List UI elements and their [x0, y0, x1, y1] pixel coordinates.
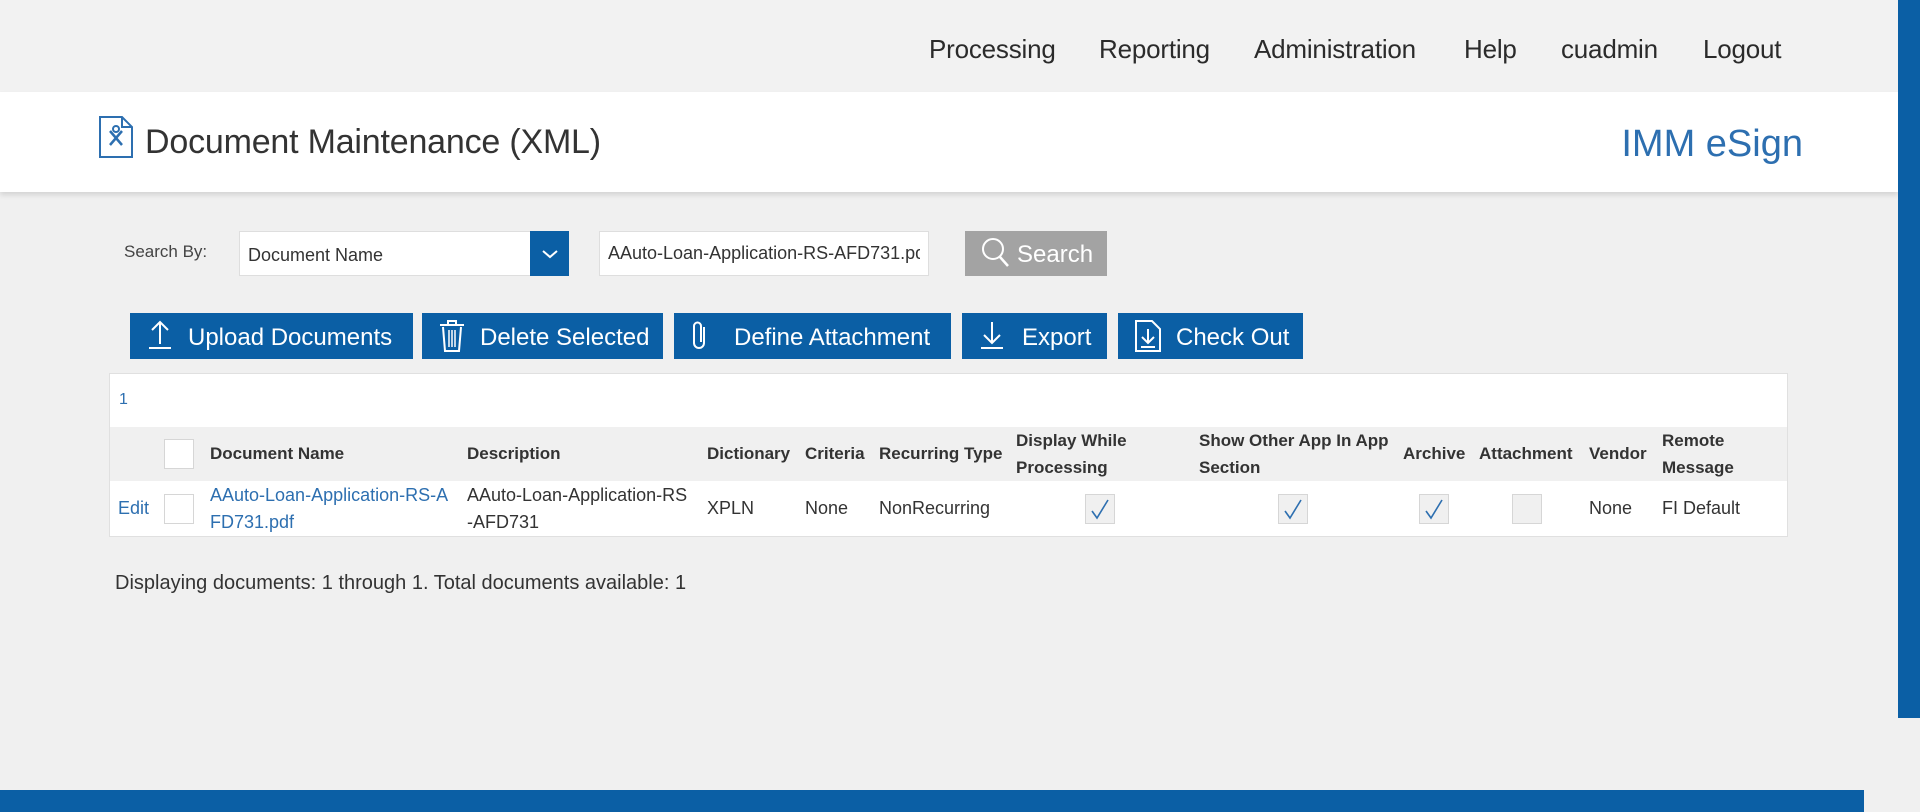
nav-administration[interactable]: Administration — [1254, 34, 1416, 65]
nav-logout[interactable]: Logout — [1703, 34, 1782, 65]
document-name-line2: FD731.pdf — [210, 512, 295, 532]
top-nav: Processing Reporting Administration Help… — [0, 0, 1898, 92]
search-input[interactable] — [599, 231, 929, 276]
nav-processing[interactable]: Processing — [929, 34, 1056, 65]
document-tools-icon — [99, 116, 133, 158]
col-attachment[interactable]: Attachment — [1479, 440, 1573, 467]
display-while-processing-checkbox — [1085, 494, 1115, 524]
check-out-button[interactable]: Check Out — [1118, 313, 1303, 359]
edit-link[interactable]: Edit — [118, 495, 149, 522]
col-display-while-line2: Processing — [1016, 458, 1108, 477]
col-display-while-line1: Display While — [1016, 431, 1127, 450]
vendor-cell: None — [1589, 498, 1633, 518]
footer-bar — [0, 790, 1864, 812]
document-download-icon — [1135, 320, 1161, 352]
attachment-checkbox — [1512, 494, 1542, 524]
brand-logo-text: IMM eSign — [1621, 123, 1803, 165]
col-show-other-app[interactable]: Show Other App In App Section — [1199, 427, 1389, 481]
col-recurring-type[interactable]: Recurring Type — [879, 440, 1002, 467]
search-button[interactable]: Search — [965, 231, 1107, 276]
col-description[interactable]: Description — [467, 440, 561, 467]
define-attachment-button[interactable]: Define Attachment — [674, 313, 951, 359]
nav-reporting[interactable]: Reporting — [1099, 34, 1210, 65]
define-attachment-label: Define Attachment — [734, 324, 931, 351]
col-document-name[interactable]: Document Name — [210, 440, 344, 467]
col-remote-line1: Remote — [1662, 431, 1725, 450]
criteria-cell: None — [805, 498, 849, 518]
table-row: Edit AAuto-Loan-Application-RS-A FD731.p… — [110, 482, 1787, 536]
download-icon — [981, 322, 1003, 349]
description-cell: AAuto-Loan-Application-RS -AFD731 — [467, 482, 687, 536]
col-archive[interactable]: Archive — [1403, 440, 1465, 467]
export-button[interactable]: Export — [962, 313, 1107, 359]
check-out-label: Check Out — [1176, 324, 1290, 351]
delete-selected-button[interactable]: Delete Selected — [422, 313, 663, 359]
results-summary: Displaying documents: 1 through 1. Total… — [115, 572, 687, 594]
dropdown-arrow-icon[interactable] — [530, 231, 569, 276]
col-show-other-line2: Section — [1199, 458, 1261, 477]
table-header-row: Document Name Description Dictionary Cri… — [110, 427, 1787, 481]
description-line1: AAuto-Loan-Application-RS — [467, 485, 688, 505]
trash-icon — [440, 320, 464, 352]
col-vendor[interactable]: Vendor — [1589, 440, 1647, 467]
nav-user[interactable]: cuadmin — [1561, 34, 1658, 65]
document-name-line1: AAuto-Loan-Application-RS-A — [210, 485, 449, 505]
description-line2: -AFD731 — [467, 512, 540, 532]
page-link-1[interactable]: 1 — [119, 391, 128, 409]
checkmark-icon — [1091, 499, 1109, 520]
search-button-label: Search — [1017, 241, 1094, 268]
page-header: Document Maintenance (XML) IMM eSign — [0, 92, 1898, 192]
col-criteria[interactable]: Criteria — [805, 440, 865, 467]
page-title: Document Maintenance (XML) — [145, 123, 601, 161]
search-by-label: Search By: — [124, 242, 208, 261]
col-remote-line2: Message — [1662, 458, 1734, 477]
col-dictionary[interactable]: Dictionary — [707, 440, 790, 467]
nav-help[interactable]: Help — [1464, 34, 1517, 65]
search-icon — [982, 238, 1009, 267]
recurring-type-cell: NonRecurring — [879, 498, 991, 518]
upload-icon — [149, 320, 171, 349]
documents-table: 1 Document Name Description Dictionary C… — [109, 373, 1788, 537]
remote-message-cell: FI Default — [1662, 498, 1741, 518]
archive-checkbox — [1419, 494, 1449, 524]
col-show-other-line1: Show Other App In App — [1199, 431, 1389, 450]
checkmark-icon — [1284, 499, 1302, 520]
col-display-while-processing[interactable]: Display While Processing — [1016, 427, 1127, 481]
row-checkbox[interactable] — [164, 494, 194, 524]
delete-selected-label: Delete Selected — [480, 324, 650, 351]
checkmark-icon — [1425, 499, 1443, 520]
export-label: Export — [1022, 324, 1092, 351]
show-other-app-checkbox — [1278, 494, 1308, 524]
upload-documents-label: Upload Documents — [188, 324, 393, 351]
dictionary-cell: XPLN — [707, 498, 755, 518]
search-by-value: Document Name — [248, 245, 384, 265]
paperclip-icon — [693, 321, 705, 349]
scrollbar-thumb[interactable] — [1898, 0, 1920, 718]
upload-documents-button[interactable]: Upload Documents — [130, 313, 413, 359]
select-all-checkbox[interactable] — [164, 439, 194, 469]
search-by-select[interactable]: Document Name — [239, 231, 569, 276]
document-name-link[interactable]: AAuto-Loan-Application-RS-A FD731.pdf — [210, 482, 448, 536]
col-remote-message[interactable]: Remote Message — [1662, 427, 1734, 481]
